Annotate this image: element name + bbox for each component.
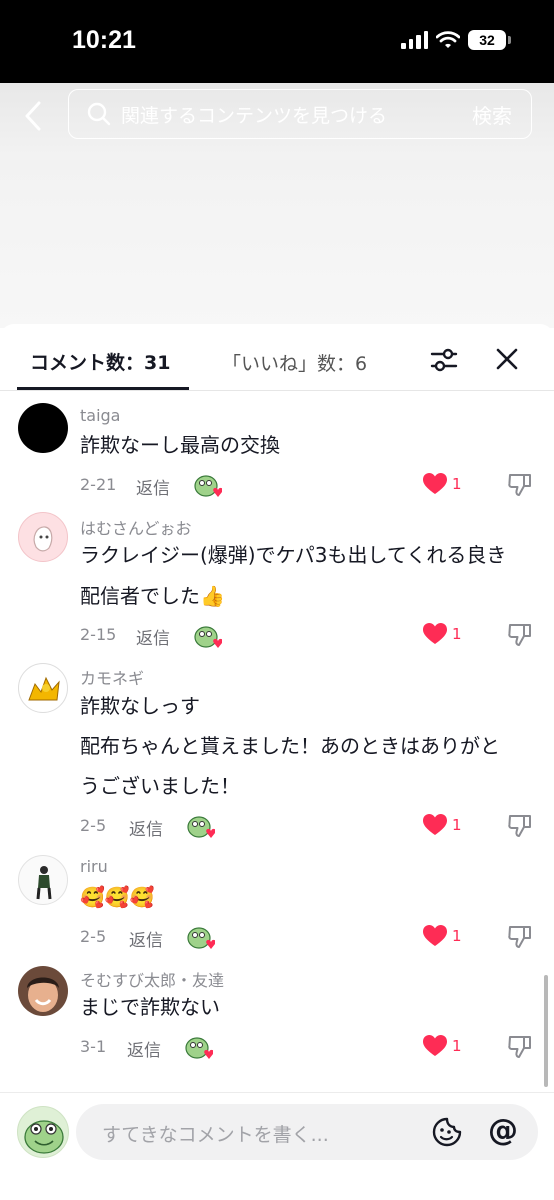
avatar[interactable] xyxy=(18,855,68,905)
comment-text: まじで詐欺ない xyxy=(80,995,220,1019)
tab-likes[interactable]: 「いいね」数：6 xyxy=(222,349,367,376)
chevron-left-icon[interactable] xyxy=(18,98,48,134)
input-divider xyxy=(0,1092,554,1093)
battery-icon: 32 xyxy=(468,30,511,50)
user-avatar[interactable] xyxy=(17,1106,69,1158)
status-bar: 10:21 32 xyxy=(0,0,554,83)
tab-divider xyxy=(0,390,554,391)
comment-username[interactable]: taiga xyxy=(80,406,120,425)
thumbs-down-icon[interactable] xyxy=(507,923,533,949)
comment-text: 詐欺なしっす xyxy=(80,694,200,718)
emoji-icon[interactable] xyxy=(431,1116,463,1148)
comment-date: 3-1 xyxy=(80,1037,107,1056)
heart-icon[interactable] xyxy=(422,622,448,646)
frog-sticker-icon[interactable] xyxy=(194,623,222,649)
comment-date: 2-21 xyxy=(80,475,117,494)
like-count: 1 xyxy=(452,625,462,643)
frog-sticker-icon[interactable] xyxy=(194,472,222,498)
avatar[interactable] xyxy=(18,512,68,562)
comment-text: 配布ちゃんと貰えました！あのときはありがと xyxy=(80,734,500,758)
reply-button[interactable]: 返信 xyxy=(136,474,170,499)
thumbs-down-icon[interactable] xyxy=(507,812,533,838)
search-icon xyxy=(87,102,111,126)
comment-text: 配信者でした👍 xyxy=(80,584,225,608)
like-count: 1 xyxy=(452,1037,462,1055)
comment-username[interactable]: はむさんどぉお xyxy=(80,515,192,539)
comment-date: 2-5 xyxy=(80,816,107,835)
heart-icon[interactable] xyxy=(422,924,448,948)
comment-username[interactable]: そむすび太郎・友達 xyxy=(80,967,224,991)
avatar[interactable] xyxy=(18,966,68,1016)
frog-sticker-icon[interactable] xyxy=(185,1034,213,1060)
search-placeholder: 関連するコンテンツを見つける xyxy=(121,105,388,127)
comment-text: 詐欺なーし最高の交換 xyxy=(80,433,280,457)
like-count: 1 xyxy=(452,475,462,493)
tab-comments[interactable]: コメント数：31 xyxy=(30,348,170,375)
comment-date: 2-5 xyxy=(80,927,107,946)
search-button[interactable]: 検索 xyxy=(472,100,512,129)
reply-button[interactable]: 返信 xyxy=(129,815,163,840)
thumbs-down-icon[interactable] xyxy=(507,471,533,497)
heart-icon[interactable] xyxy=(422,813,448,837)
thumbs-down-icon[interactable] xyxy=(507,621,533,647)
cellular-signal-icon xyxy=(401,31,428,49)
heart-icon[interactable] xyxy=(422,472,448,496)
close-icon[interactable] xyxy=(492,344,522,374)
like-count: 1 xyxy=(452,927,462,945)
reply-button[interactable]: 返信 xyxy=(136,624,170,649)
frog-sticker-icon[interactable] xyxy=(187,813,215,839)
scrollbar[interactable] xyxy=(544,975,548,1087)
reply-button[interactable]: 返信 xyxy=(129,926,163,951)
avatar[interactable] xyxy=(18,403,68,453)
avatar[interactable] xyxy=(18,663,68,713)
frog-sticker-icon[interactable] xyxy=(187,924,215,950)
comment-text: 🥰🥰🥰 xyxy=(80,885,155,909)
status-icons: 32 xyxy=(401,30,511,50)
like-count: 1 xyxy=(452,816,462,834)
status-time: 10:21 xyxy=(72,26,136,54)
thumbs-down-icon[interactable] xyxy=(507,1033,533,1059)
comment-input-placeholder: すてきなコメントを書く... xyxy=(102,1124,329,1146)
wifi-icon xyxy=(436,31,460,48)
at-icon[interactable]: @ xyxy=(487,1114,519,1148)
comment-text: ラクレイジー(爆弾)でケパ3も出してくれる良き xyxy=(80,543,507,567)
comment-date: 2-15 xyxy=(80,625,117,644)
comment-username[interactable]: riru xyxy=(80,857,108,876)
comment-text: うございました！ xyxy=(80,774,240,798)
comment-username[interactable]: カモネギ xyxy=(80,665,144,689)
sliders-icon[interactable] xyxy=(428,344,460,376)
heart-icon[interactable] xyxy=(422,1034,448,1058)
reply-button[interactable]: 返信 xyxy=(127,1036,161,1061)
